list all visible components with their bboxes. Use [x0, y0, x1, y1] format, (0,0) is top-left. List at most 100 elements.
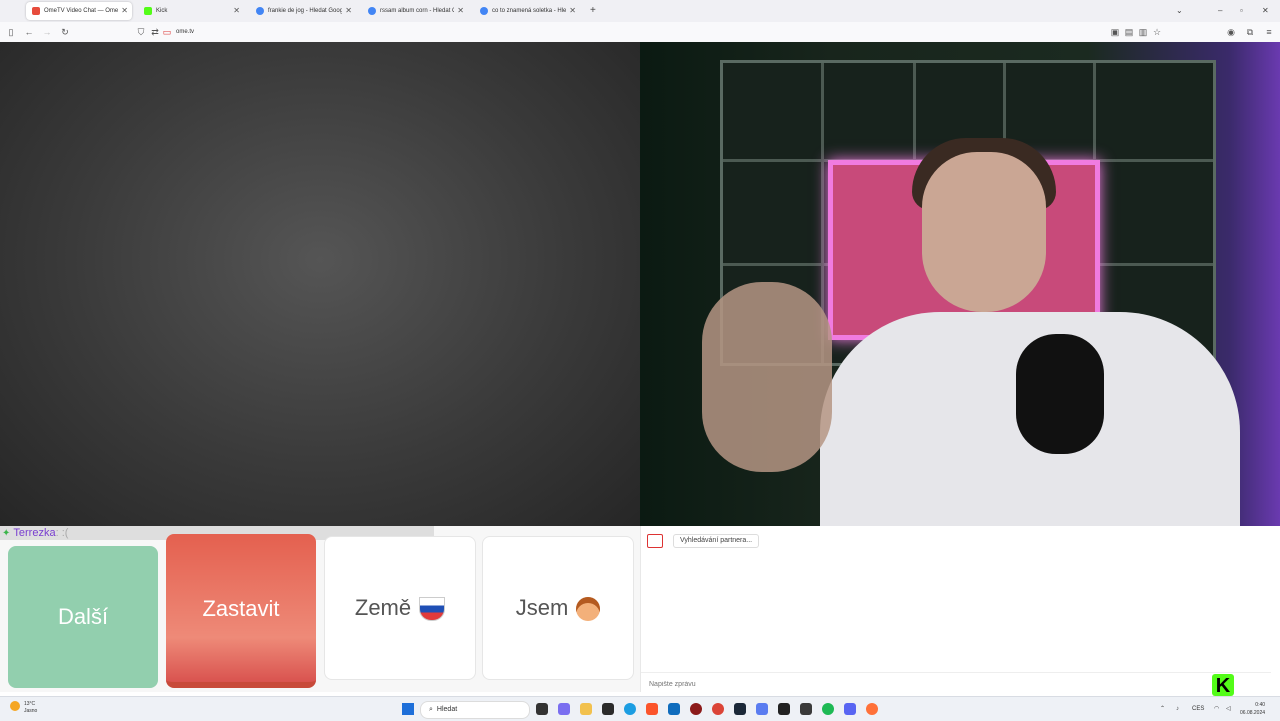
tab-title: co to znamená soletka - Hledat Go [492, 8, 566, 14]
microphone [1016, 334, 1104, 454]
clock-date: 06.08.2024 [1240, 710, 1266, 716]
chrome-icon[interactable] [712, 703, 724, 715]
weather-temp: 13°C [24, 701, 36, 707]
volume-icon[interactable]: ◁ [1226, 703, 1231, 715]
reload-icon[interactable]: ↻ [58, 25, 72, 39]
next-button[interactable]: Další [8, 546, 158, 688]
kick-counter: 12 [1240, 675, 1263, 697]
person-face [922, 152, 1046, 312]
close-window-icon[interactable]: ✕ [1262, 4, 1269, 18]
sun-icon [10, 701, 20, 711]
weather-widget[interactable]: 13°C Jasno [10, 701, 37, 715]
language-indicator[interactable]: CES [1192, 703, 1204, 715]
tab-kick[interactable]: Kick ✕ [138, 2, 244, 20]
spotify-icon[interactable] [822, 703, 834, 715]
menu-icon[interactable]: ≡ [1262, 25, 1276, 39]
taskbar-search[interactable]: ⌕ Hledat [420, 701, 530, 719]
weather-desc: Jasno [24, 708, 38, 714]
back-icon[interactable]: ← [22, 25, 36, 39]
clock-time: 0:40 [1255, 702, 1266, 708]
stop-button[interactable]: Zastavit [166, 534, 316, 688]
extensions-icon[interactable]: ⧉ [1243, 25, 1257, 39]
brave-icon[interactable] [646, 703, 658, 715]
close-tab-icon[interactable]: ✕ [233, 2, 240, 20]
microphone-icon[interactable]: ♪ [1176, 703, 1179, 715]
search-icon: ⌕ [429, 706, 433, 713]
maximize-icon[interactable]: ▫ [1240, 4, 1243, 18]
partner-video [0, 42, 640, 526]
message-text: : :( [55, 527, 69, 539]
discord-icon[interactable] [844, 703, 856, 715]
app-icon[interactable] [602, 703, 614, 715]
next-button-label: Další [57, 604, 109, 629]
windows-taskbar: 13°C Jasno ⌕ Hledat ⌃ ♪ CES ◠ ◁ 0:40 06.0… [0, 696, 1280, 721]
google-favicon-icon [368, 7, 376, 15]
kick-stream-badge: K 12 [1212, 674, 1262, 698]
tray-overflow-icon[interactable]: ⌃ [1160, 703, 1165, 715]
slovakia-flag-icon [419, 597, 446, 622]
google-favicon-icon [256, 7, 264, 15]
firefox-icon[interactable] [866, 703, 878, 715]
screen-share-icon[interactable]: ▣ [1108, 25, 1122, 39]
tab-title: OmeTV Video Chat — Ome [44, 8, 118, 14]
tab-list-icon[interactable]: ⌄ [1176, 4, 1183, 18]
kick-logo-icon: K [1212, 674, 1234, 697]
gender-button-label: Jsem [515, 595, 569, 620]
chat-input-row [641, 672, 1271, 693]
close-tab-icon[interactable]: ✕ [569, 2, 576, 20]
url-field[interactable]: ome.tv [176, 25, 194, 39]
kick-favicon-icon [144, 7, 152, 15]
system-clock[interactable]: 0:40 06.08.2024 [1240, 701, 1265, 717]
close-tab-icon[interactable]: ✕ [345, 2, 352, 20]
boy-emoji-icon [576, 597, 601, 622]
reader-view-icon[interactable]: ▤ [1122, 25, 1136, 39]
opera-icon[interactable] [690, 703, 702, 715]
store-icon[interactable] [668, 703, 680, 715]
tab-google-search-2[interactable]: rssam album corn - Hledat Goo ✕ [362, 2, 468, 20]
minimize-icon[interactable]: – [1218, 4, 1222, 18]
country-button[interactable]: Země [324, 536, 476, 680]
chat-controls: ✦ Terrezka: :( Další Zastavit Země Jsem [0, 526, 640, 692]
country-button-label: Země [354, 595, 412, 620]
ometv-favicon-icon [32, 7, 40, 15]
person-hand [702, 282, 832, 472]
stop-button-label: Zastavit [202, 596, 280, 621]
close-tab-icon[interactable]: ✕ [121, 2, 128, 20]
message-user: Terrezka [13, 527, 56, 539]
tab-google-search-3[interactable]: co to znamená soletka - Hledat Go ✕ [474, 2, 580, 20]
wifi-icon[interactable]: ◠ [1214, 703, 1219, 715]
steam-icon[interactable] [734, 703, 746, 715]
ometv-logo-icon [647, 534, 663, 548]
shield-icon[interactable]: ⛉ [134, 25, 148, 39]
bookmark-star-icon[interactable]: ☆ [1150, 25, 1164, 39]
self-video [640, 42, 1280, 526]
close-tab-icon[interactable]: ✕ [457, 2, 464, 20]
translate-icon[interactable]: ▥ [1136, 25, 1150, 39]
chat-message-input[interactable] [647, 676, 1251, 693]
new-tab-button[interactable]: + [590, 4, 596, 18]
tab-title: Kick [156, 8, 168, 14]
obs-icon[interactable] [778, 703, 790, 715]
tab-title: frankie de jog - Hledat Googlem [268, 8, 342, 14]
camera-in-use-icon[interactable]: ▭ [160, 25, 174, 39]
sidebar-icon[interactable]: ▯ [4, 25, 18, 39]
tab-title: rssam album corn - Hledat Goo [380, 8, 454, 14]
task-view-icon[interactable] [536, 703, 548, 715]
searching-status: Vyhledávání partnera... [673, 534, 760, 548]
copilot-icon[interactable] [558, 703, 570, 715]
gender-button[interactable]: Jsem [482, 536, 634, 680]
windows-start-icon[interactable] [402, 703, 414, 715]
google-favicon-icon [480, 7, 488, 15]
edge-icon[interactable] [624, 703, 636, 715]
file-explorer-icon[interactable] [580, 703, 592, 715]
chat-panel: Vyhledávání partnera... [640, 526, 1280, 693]
account-icon[interactable]: ◉ [1224, 25, 1238, 39]
app-icon-3[interactable] [800, 703, 812, 715]
app-icon-2[interactable] [756, 703, 768, 715]
tab-ometv[interactable]: OmeTV Video Chat — Ome ✕ [26, 2, 132, 20]
browser-tab-bar: OmeTV Video Chat — Ome ✕ Kick ✕ frankie … [0, 0, 1280, 22]
taskbar-search-label: Hledat [436, 706, 458, 713]
forward-icon[interactable]: → [40, 25, 54, 39]
browser-nav-bar: ▯ ← → ↻ ⛉ ⇄ ▭ ome.tv ▣ ▤ ▥ ☆ ◉ ⧉ ≡ [0, 22, 1280, 43]
tab-google-search-1[interactable]: frankie de jog - Hledat Googlem ✕ [250, 2, 356, 20]
